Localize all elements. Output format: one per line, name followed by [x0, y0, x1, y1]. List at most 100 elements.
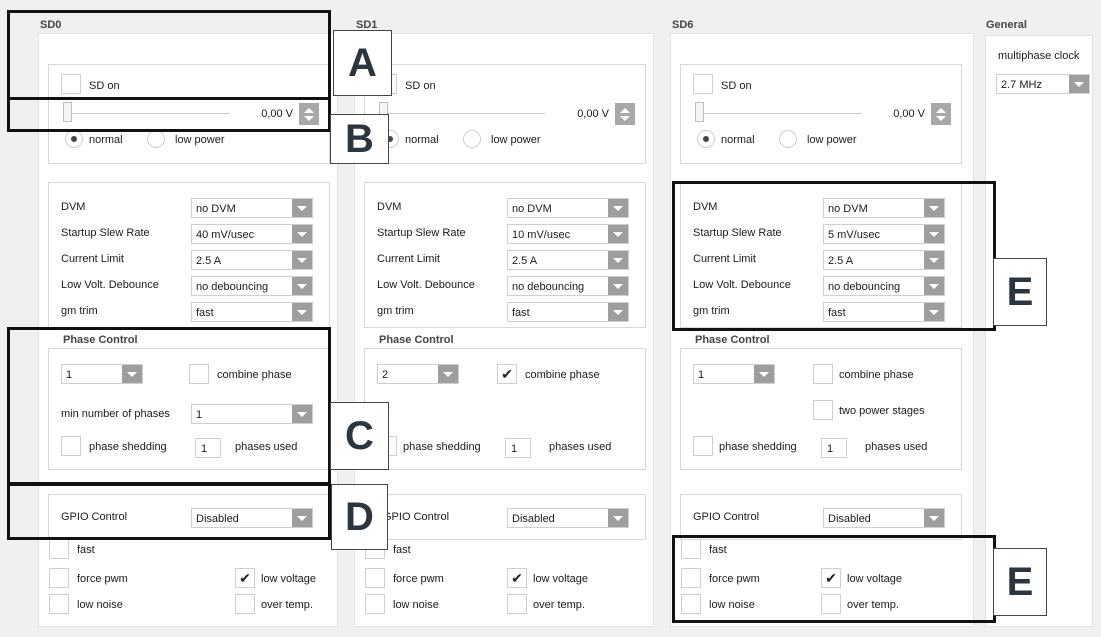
- chevron-down-icon[interactable]: [608, 225, 628, 243]
- chevron-down-icon[interactable]: [608, 303, 628, 321]
- sd6-sd-on-checkbox[interactable]: ✔: [693, 74, 713, 94]
- sd1-over-temp-checkbox[interactable]: ✔: [507, 594, 527, 614]
- sd6-mode-low-power-radio[interactable]: [779, 130, 797, 148]
- sd1-low-voltage-label: low voltage: [533, 573, 589, 585]
- sd0-over-temp-checkbox[interactable]: ✔: [235, 594, 255, 614]
- sd6-phase-shedding-checkbox[interactable]: ✔: [693, 436, 713, 456]
- sd1-force-pwm-checkbox[interactable]: ✔: [365, 568, 385, 588]
- sd6-two-power-stages-checkbox[interactable]: ✔: [813, 400, 833, 420]
- annotation-box-e-flags: [672, 535, 996, 623]
- sd1-mode-normal-label: normal: [405, 134, 439, 146]
- chevron-down-icon[interactable]: [1069, 75, 1089, 93]
- multiphase-clock-value: 2.7 MHz: [1001, 79, 1042, 91]
- sd6-voltage-spinbox[interactable]: 0,00 V: [863, 103, 951, 125]
- sd6-gpio-label: GPIO Control: [693, 511, 760, 523]
- sd1-phase-select[interactable]: 2: [377, 364, 459, 384]
- sd6-phase-select-value: 1: [698, 369, 705, 381]
- sd1-current-limit-select[interactable]: 2.5 A: [507, 250, 629, 270]
- spin-arrows-icon[interactable]: [615, 103, 635, 125]
- sd1-low-noise-checkbox[interactable]: ✔: [365, 594, 385, 614]
- sd6-phase-shedding-label: phase shedding: [719, 441, 797, 453]
- sd0-fast-checkbox[interactable]: ✔: [49, 539, 69, 559]
- annotation-label-a: A: [333, 30, 392, 96]
- sd0-current-limit-select[interactable]: 2.5 A: [191, 250, 313, 270]
- chevron-down-icon[interactable]: [292, 251, 312, 269]
- sd1-dvm-value: no DVM: [512, 203, 552, 215]
- sd0-slew-rate-select[interactable]: 40 mV/usec: [191, 224, 313, 244]
- checkmark-icon: ✔: [501, 365, 513, 382]
- sd1-debounce-select[interactable]: no debouncing: [507, 276, 629, 296]
- sd6-phase-select[interactable]: 1: [693, 364, 775, 384]
- chevron-down-icon[interactable]: [608, 199, 628, 217]
- sd0-fast-label: fast: [77, 544, 95, 556]
- sd0-force-pwm-checkbox[interactable]: ✔: [49, 568, 69, 588]
- sd1-sd-on-label: SD on: [405, 80, 436, 92]
- sd0-low-noise-label: low noise: [77, 599, 123, 611]
- sd1-debounce-value: no debouncing: [512, 281, 585, 293]
- sd1-voltage-value[interactable]: 0,00 V: [547, 103, 615, 125]
- sd6-mode-normal-radio[interactable]: [697, 130, 715, 148]
- chevron-down-icon[interactable]: [292, 303, 312, 321]
- sd1-dvm-select[interactable]: no DVM: [507, 198, 629, 218]
- sd0-debounce-select[interactable]: no debouncing: [191, 276, 313, 296]
- sd1-slew-rate-select[interactable]: 10 mV/usec: [507, 224, 629, 244]
- sd1-voltage-spinbox[interactable]: 0,00 V: [547, 103, 635, 125]
- annotation-label-c: C: [330, 402, 389, 470]
- checkmark-icon: ✔: [511, 569, 523, 586]
- sd6-combine-phase-label: combine phase: [839, 369, 914, 381]
- sd1-combine-phase-checkbox[interactable]: ✔: [497, 364, 517, 384]
- sd1-param-label: Low Volt. Debounce: [377, 279, 475, 291]
- sd0-dvm-select[interactable]: no DVM: [191, 198, 313, 218]
- sd0-low-voltage-checkbox[interactable]: ✔: [235, 568, 255, 588]
- sd1-voltage-slider-track[interactable]: [379, 113, 545, 114]
- panel-title-sd6: SD6: [672, 19, 694, 31]
- sd1-gpio-select[interactable]: Disabled: [507, 508, 629, 528]
- chevron-down-icon[interactable]: [608, 251, 628, 269]
- sd1-force-pwm-label: force pwm: [393, 573, 444, 585]
- sd1-phases-used-input[interactable]: 1: [505, 438, 531, 458]
- annotation-label-b: B: [330, 114, 389, 164]
- multiphase-clock-select[interactable]: 2.7 MHz: [996, 74, 1090, 94]
- sd1-mode-low-power-radio[interactable]: [463, 130, 481, 148]
- chevron-down-icon[interactable]: [438, 365, 458, 383]
- sd0-mode-normal-label: normal: [89, 134, 123, 146]
- sd1-phase-control-title: Phase Control: [379, 334, 454, 346]
- sd6-voltage-value[interactable]: 0,00 V: [863, 103, 931, 125]
- multiphase-clock-label: multiphase clock: [998, 50, 1080, 62]
- sd1-low-voltage-checkbox[interactable]: ✔: [507, 568, 527, 588]
- sd0-gm-trim-select[interactable]: fast: [191, 302, 313, 322]
- spin-arrows-icon[interactable]: [931, 103, 951, 125]
- sd6-voltage-slider-handle[interactable]: [695, 102, 704, 122]
- chevron-down-icon[interactable]: [924, 509, 944, 527]
- sd1-param-label: Current Limit: [377, 253, 440, 265]
- sd1-mode-low-power-label: low power: [491, 134, 541, 146]
- chevron-down-icon[interactable]: [292, 277, 312, 295]
- chevron-down-icon[interactable]: [754, 365, 774, 383]
- sd0-slew-rate-value: 40 mV/usec: [196, 229, 255, 241]
- chevron-down-icon[interactable]: [292, 225, 312, 243]
- sd1-gm-trim-select[interactable]: fast: [507, 302, 629, 322]
- sd0-over-temp-label: over temp.: [261, 599, 313, 611]
- chevron-down-icon[interactable]: [292, 199, 312, 217]
- sd1-low-noise-label: low noise: [393, 599, 439, 611]
- annotation-label-d: D: [331, 484, 388, 550]
- sd6-phases-used-input[interactable]: 1: [821, 438, 847, 458]
- sd0-param-label: DVM: [61, 201, 86, 213]
- sd6-combine-phase-checkbox[interactable]: ✔: [813, 364, 833, 384]
- sd0-mode-low-power-radio[interactable]: [147, 130, 165, 148]
- annotation-box-d: [7, 483, 331, 540]
- sd6-sd-on-label: SD on: [721, 80, 752, 92]
- sd1-slew-rate-value: 10 mV/usec: [512, 229, 571, 241]
- sd0-param-label: Startup Slew Rate: [61, 227, 150, 239]
- sd0-mode-normal-radio[interactable]: [65, 130, 83, 148]
- sd6-gpio-select[interactable]: Disabled: [823, 508, 945, 528]
- chevron-down-icon[interactable]: [608, 277, 628, 295]
- sd0-debounce-value: no debouncing: [196, 281, 269, 293]
- sd0-param-label: Current Limit: [61, 253, 124, 265]
- sd1-panel: ✔ SD on 0,00 V normal low power DVM no D…: [354, 33, 654, 627]
- sd1-phase-select-value: 2: [382, 369, 389, 381]
- sd6-voltage-slider-track[interactable]: [695, 113, 861, 114]
- sd0-low-noise-checkbox[interactable]: ✔: [49, 594, 69, 614]
- chevron-down-icon[interactable]: [608, 509, 628, 527]
- sd0-dvm-value: no DVM: [196, 203, 236, 215]
